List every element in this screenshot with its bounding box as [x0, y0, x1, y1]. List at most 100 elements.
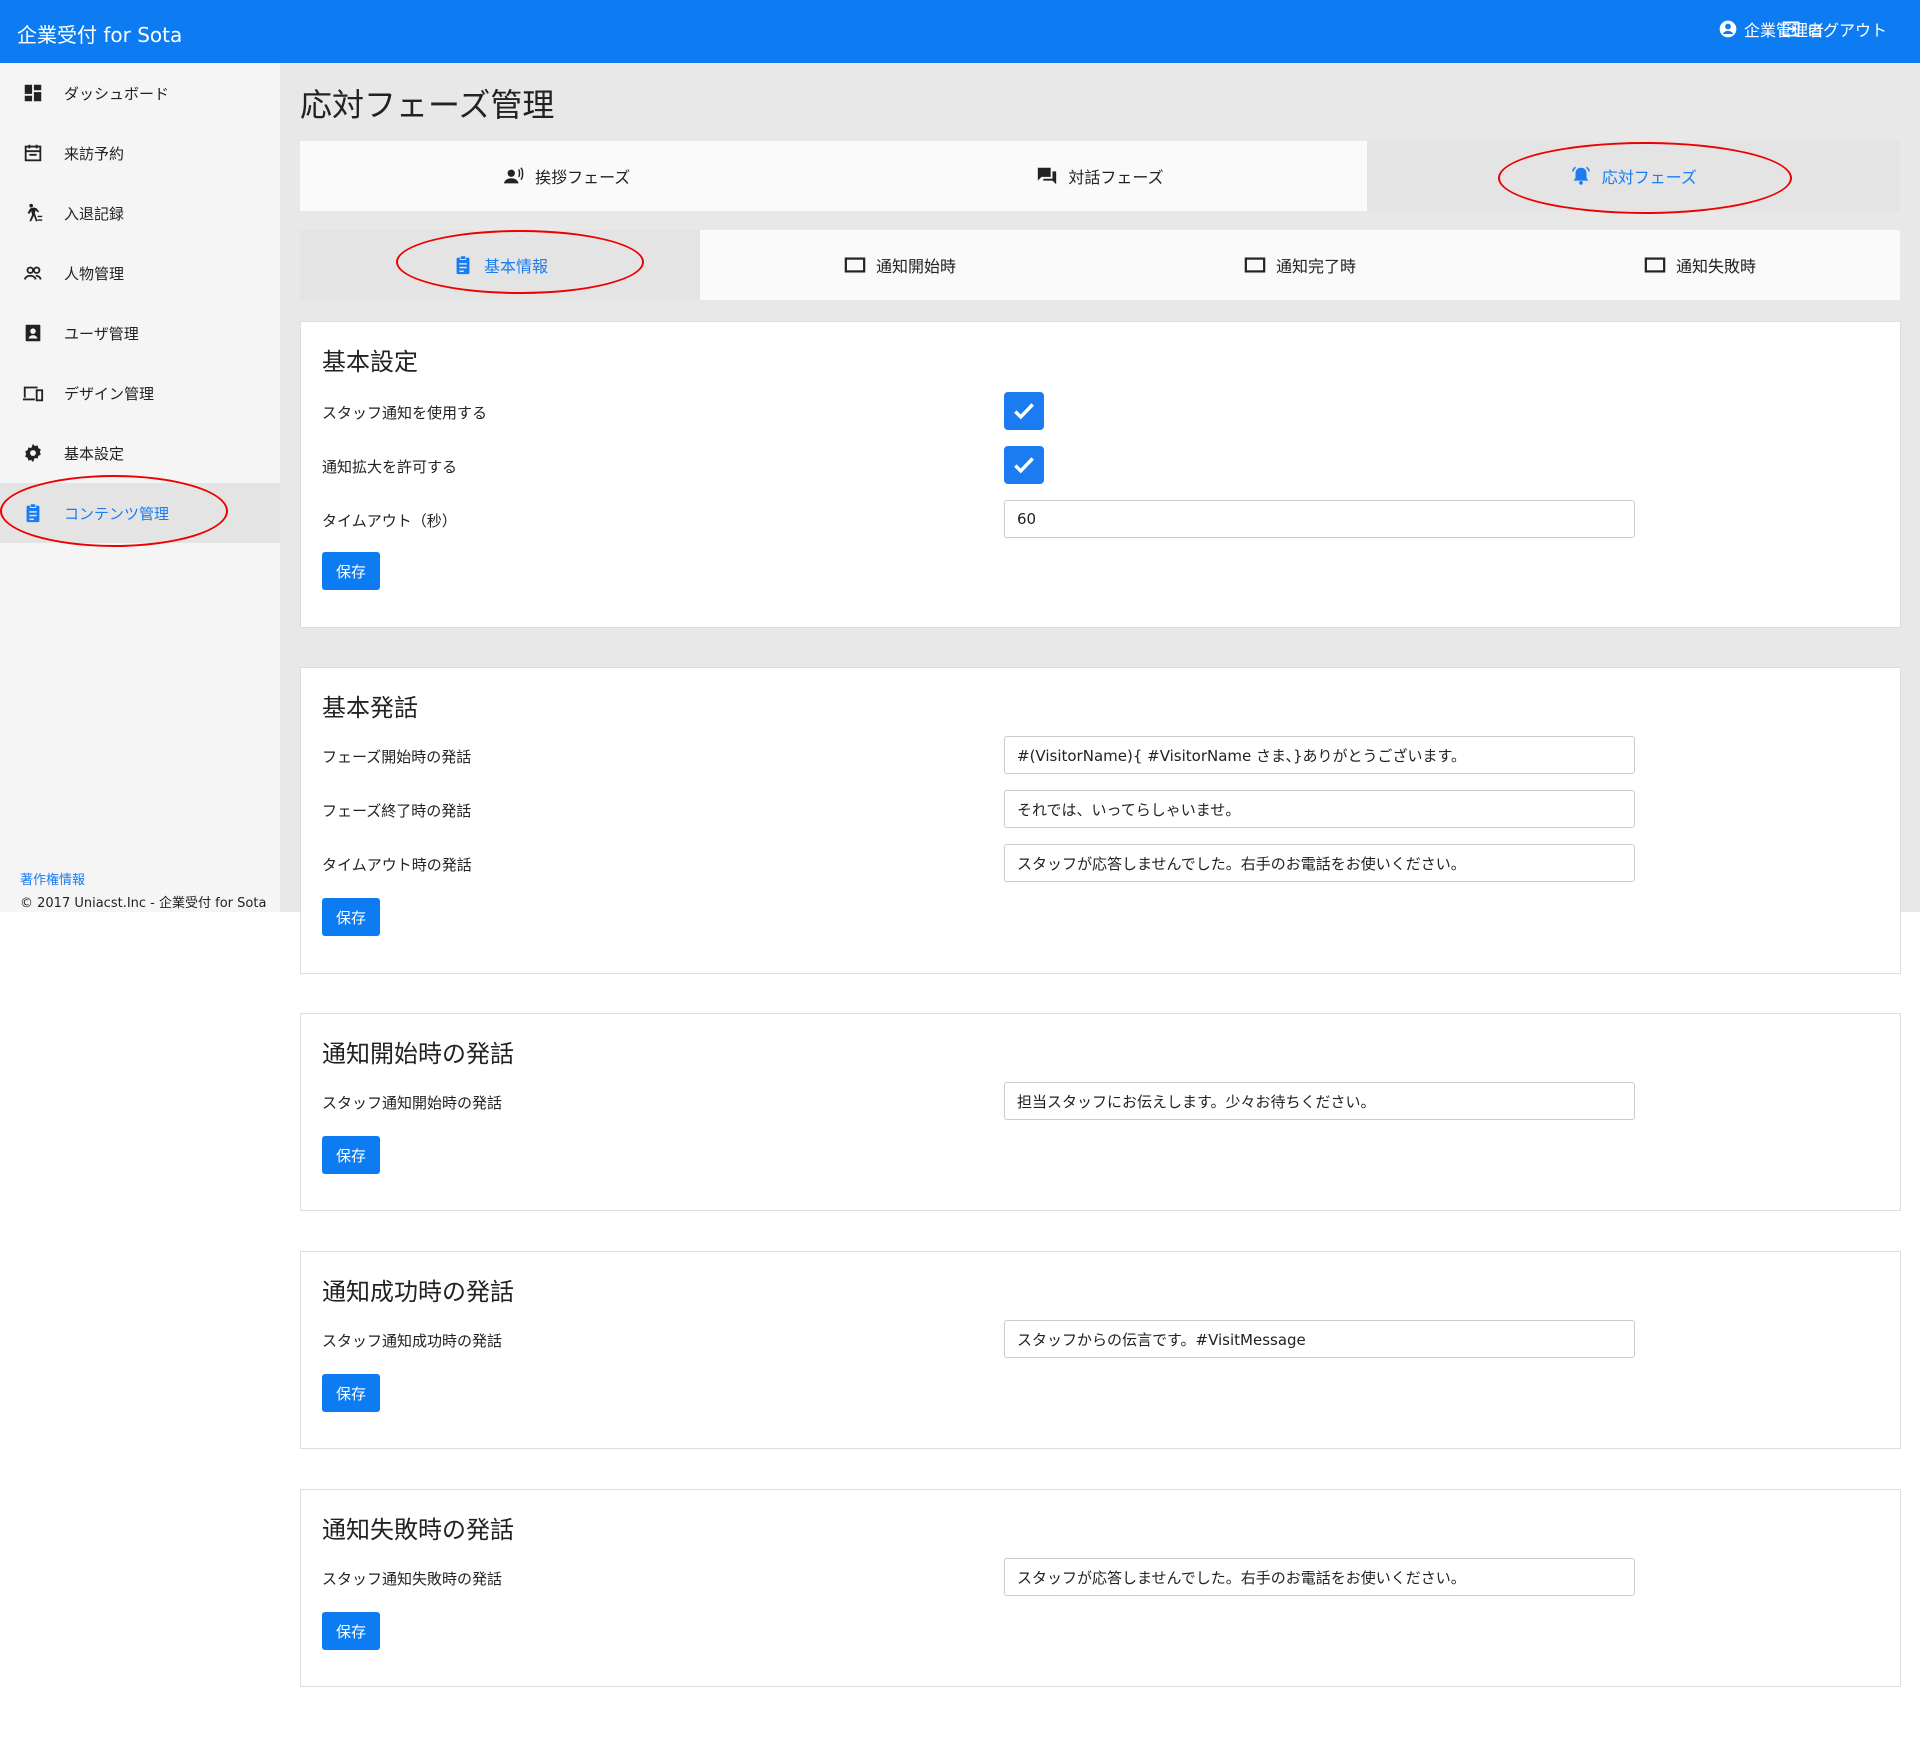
calendar-icon: [22, 142, 44, 164]
sidebar-item-people[interactable]: 人物管理: [0, 243, 280, 303]
field-label: フェーズ開始時の発話: [322, 748, 472, 766]
panel-title: 通知成功時の発話: [322, 1278, 514, 1306]
tab-response-phase[interactable]: 応対フェーズ: [1366, 141, 1900, 211]
devices-icon: [22, 382, 44, 404]
tab-basic-info[interactable]: 基本情報: [300, 230, 700, 300]
field-label: 通知拡大を許可する: [322, 458, 458, 476]
people-icon: [22, 262, 44, 284]
panel-title: 通知開始時の発話: [322, 1040, 514, 1068]
save-button[interactable]: 保存: [322, 1374, 380, 1412]
tab-dialogue-phase[interactable]: 対話フェーズ: [833, 141, 1366, 211]
phase-tabs: 挨拶フェーズ 対話フェーズ 応対フェーズ: [300, 141, 1900, 211]
sidebar-item-dashboard[interactable]: ダッシュボード: [0, 63, 280, 123]
logout-icon: [1781, 19, 1801, 39]
tablet-icon: [844, 254, 866, 276]
tab-label: 基本情報: [483, 257, 548, 276]
staff-notify-failure-input[interactable]: [1004, 1558, 1635, 1596]
field-label: スタッフ通知成功時の発話: [322, 1332, 503, 1350]
field-label: スタッフ通知失敗時の発話: [322, 1570, 503, 1588]
sidebar-item-label: コンテンツ管理: [64, 504, 170, 523]
notify-expand-row: 通知拡大を許可する: [322, 446, 1882, 486]
clipboard-icon: [452, 254, 474, 276]
bell-ringing-icon: [1570, 165, 1592, 187]
sidebar-item-contents[interactable]: コンテンツ管理: [0, 483, 280, 543]
panel-title: 基本発話: [322, 694, 418, 722]
notify-start-speech-panel: 通知開始時の発話 スタッフ通知開始時の発話 保存: [300, 1013, 1901, 1211]
sidebar: ダッシュボード 来訪予約 入退記録 人物管理 ユーザ管理 デザイン管理 基本設定…: [0, 63, 280, 912]
timeout-row: タイムアウト（秒）: [322, 500, 1882, 540]
tab-label: 対話フェーズ: [1068, 168, 1164, 187]
copyright-text: © 2017 Uniacst.Inc - 企業受付 for Sota: [20, 896, 267, 911]
tablet-icon: [1644, 254, 1666, 276]
save-button[interactable]: 保存: [322, 1612, 380, 1650]
sidebar-item-settings[interactable]: 基本設定: [0, 423, 280, 483]
notify-success-speech-panel: 通知成功時の発話 スタッフ通知成功時の発話 保存: [300, 1251, 1901, 1449]
staff-notify-failure-row: スタッフ通知失敗時の発話: [322, 1558, 1882, 1598]
sidebar-item-label: 来訪予約: [64, 144, 125, 163]
phase-end-speech-input[interactable]: [1004, 790, 1635, 828]
phase-end-speech-row: フェーズ終了時の発話: [322, 790, 1882, 830]
tab-label: 挨拶フェーズ: [535, 168, 631, 187]
save-button[interactable]: 保存: [322, 552, 380, 590]
sidebar-item-label: ユーザ管理: [64, 324, 139, 343]
chat-bubbles-icon: [1036, 165, 1058, 187]
sidebar-item-label: 基本設定: [64, 444, 125, 463]
panel-title: 基本設定: [322, 348, 418, 376]
sidebar-item-label: 人物管理: [64, 264, 125, 283]
notify-expand-checkbox[interactable]: [1004, 446, 1044, 484]
tab-label: 通知失敗時: [1675, 257, 1756, 276]
tab-notify-failure[interactable]: 通知失敗時: [1500, 230, 1900, 300]
tab-notify-complete[interactable]: 通知完了時: [1100, 230, 1500, 300]
tab-notify-start[interactable]: 通知開始時: [700, 230, 1100, 300]
save-button[interactable]: 保存: [322, 898, 380, 936]
contact-card-icon: [22, 322, 44, 344]
tab-label: 通知完了時: [1275, 257, 1356, 276]
app-brand[interactable]: 企業受付 for Sota: [17, 19, 182, 48]
staff-notify-start-row: スタッフ通知開始時の発話: [322, 1082, 1882, 1122]
logout-button[interactable]: ログアウト: [1781, 17, 1887, 41]
panel-title: 通知失敗時の発話: [322, 1516, 514, 1544]
logout-label: ログアウト: [1806, 21, 1887, 40]
copyright-link[interactable]: 著作権情報: [20, 869, 280, 888]
timeout-speech-input[interactable]: [1004, 844, 1635, 882]
field-label: フェーズ終了時の発話: [322, 802, 472, 820]
phase-start-speech-input[interactable]: [1004, 736, 1635, 774]
account-circle-icon: [1718, 19, 1738, 39]
walking-person-icon: [22, 202, 44, 224]
sidebar-item-label: デザイン管理: [64, 384, 155, 403]
save-button[interactable]: 保存: [322, 1136, 380, 1174]
notify-failure-speech-panel: 通知失敗時の発話 スタッフ通知失敗時の発話 保存: [300, 1489, 1901, 1687]
field-label: スタッフ通知を使用する: [322, 404, 488, 422]
sub-tabs: 基本情報 通知開始時 通知完了時 通知失敗時: [300, 230, 1900, 300]
sidebar-item-label: ダッシュボード: [64, 84, 170, 103]
staff-notify-success-row: スタッフ通知成功時の発話: [322, 1320, 1882, 1360]
page-title: 応対フェーズ管理: [300, 86, 555, 124]
sidebar-item-entry-log[interactable]: 入退記録: [0, 183, 280, 243]
tab-label: 通知開始時: [875, 257, 956, 276]
field-label: タイムアウト時の発話: [322, 856, 472, 874]
phase-start-speech-row: フェーズ開始時の発話: [322, 736, 1882, 776]
sidebar-item-reservations[interactable]: 来訪予約: [0, 123, 280, 183]
basic-speech-panel: 基本発話 フェーズ開始時の発話 フェーズ終了時の発話 タイムアウト時の発話 保存: [300, 667, 1901, 974]
sidebar-footer: 著作権情報 © 2017 Uniacst.Inc - 企業受付 for Sota: [0, 853, 280, 911]
field-label: タイムアウト（秒）: [322, 512, 457, 530]
dashboard-icon: [22, 82, 44, 104]
basic-settings-panel: 基本設定 スタッフ通知を使用する 通知拡大を許可する タイムアウト（秒） 保存: [300, 321, 1901, 628]
tab-greeting-phase[interactable]: 挨拶フェーズ: [300, 141, 833, 211]
staff-notify-start-input[interactable]: [1004, 1082, 1635, 1120]
staff-notify-checkbox[interactable]: [1004, 392, 1044, 430]
timeout-input[interactable]: [1004, 500, 1635, 538]
tab-label: 応対フェーズ: [1601, 168, 1697, 187]
timeout-speech-row: タイムアウト時の発話: [322, 844, 1882, 884]
gear-icon: [22, 442, 44, 464]
staff-notify-row: スタッフ通知を使用する: [322, 392, 1882, 432]
sidebar-item-design[interactable]: デザイン管理: [0, 363, 280, 423]
sidebar-item-users[interactable]: ユーザ管理: [0, 303, 280, 363]
clipboard-icon: [22, 502, 44, 524]
tablet-icon: [1244, 254, 1266, 276]
field-label: スタッフ通知開始時の発話: [322, 1094, 503, 1112]
top-navbar: 企業受付 for Sota 企業管理者 ログアウト: [0, 0, 1920, 63]
staff-notify-success-input[interactable]: [1004, 1320, 1635, 1358]
sidebar-item-label: 入退記録: [64, 204, 125, 223]
voice-person-icon: [503, 165, 525, 187]
